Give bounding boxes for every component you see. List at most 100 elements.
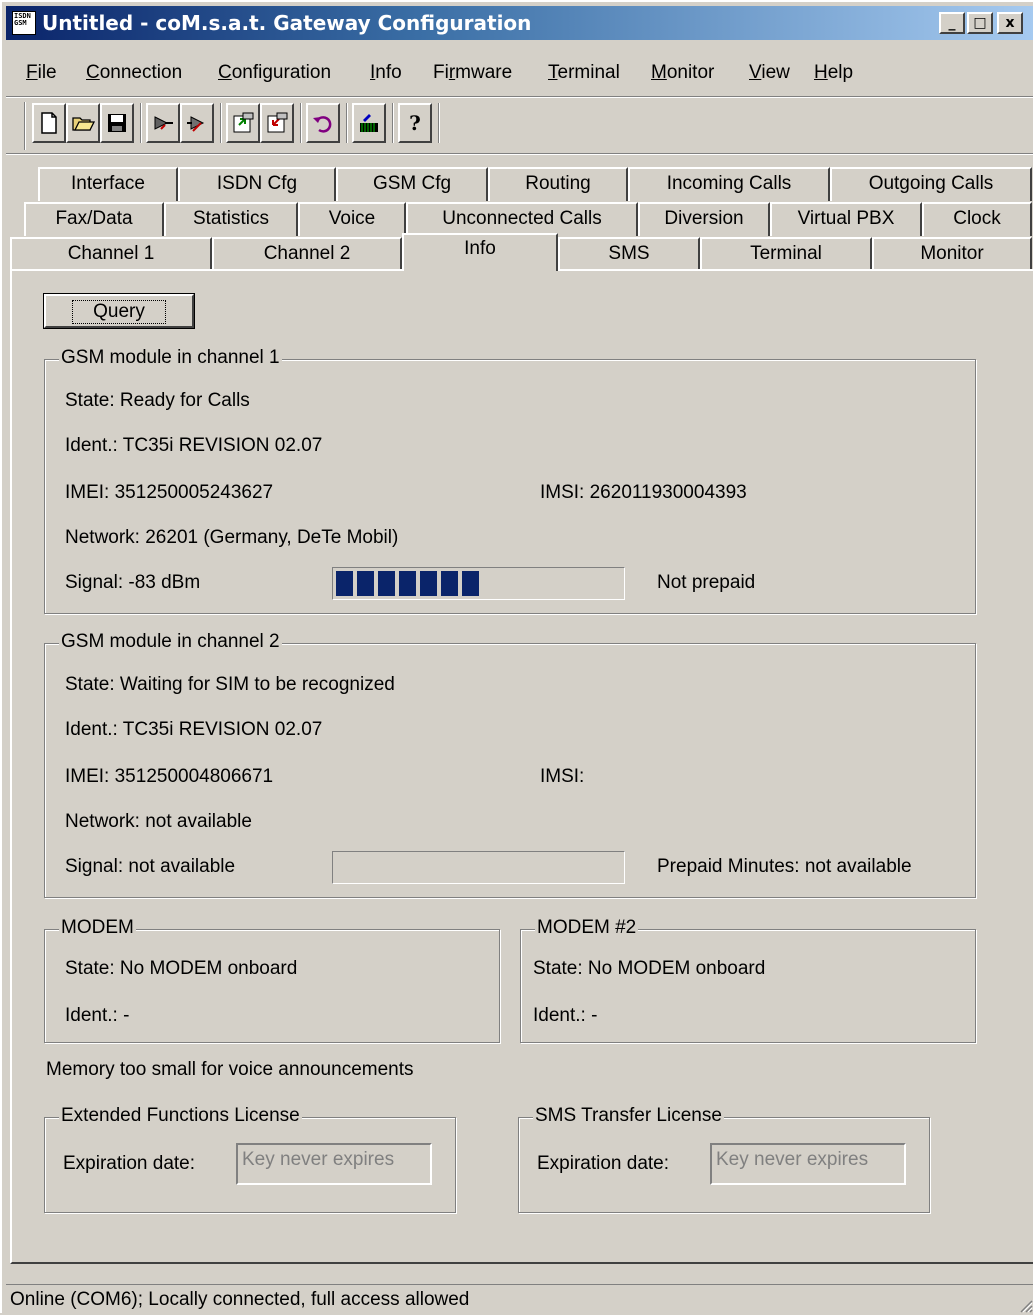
title-bar[interactable]: ISDN GSM Untitled - coM.s.a.t. Gateway Co… bbox=[6, 6, 1033, 40]
modem-state: State: No MODEM onboard bbox=[65, 958, 298, 979]
app-logo-icon: ISDN GSM bbox=[12, 11, 36, 35]
tab-outgoing-calls[interactable]: Outgoing Calls bbox=[830, 167, 1032, 201]
disconnect-icon[interactable] bbox=[180, 103, 214, 143]
modem-2-state: State: No MODEM onboard bbox=[533, 958, 766, 979]
menu-monitor[interactable]: Monitor bbox=[651, 62, 714, 84]
gsm-module-1-legend: GSM module in channel 1 bbox=[59, 347, 282, 369]
menu-view[interactable]: View bbox=[749, 62, 790, 84]
connect-icon[interactable] bbox=[146, 103, 180, 143]
tab-clock[interactable]: Clock bbox=[922, 202, 1032, 236]
sms-license-label: Expiration date: bbox=[537, 1153, 670, 1174]
tab-interface[interactable]: Interface bbox=[38, 167, 178, 201]
toolbar-separator bbox=[392, 103, 394, 143]
gsm2-signal: Signal: not available bbox=[65, 856, 236, 877]
menu-terminal[interactable]: Terminal bbox=[548, 62, 620, 84]
tab-monitor[interactable]: Monitor bbox=[872, 237, 1032, 271]
sms-license-expiration-field[interactable]: Key never expires bbox=[710, 1143, 906, 1185]
tab-channel-1[interactable]: Channel 1 bbox=[10, 237, 212, 271]
tab-unconnected-calls[interactable]: Unconnected Calls bbox=[406, 202, 638, 236]
status-bar: Online (COM6); Locally connected, full a… bbox=[6, 1284, 1033, 1315]
modem-legend: MODEM bbox=[59, 917, 136, 939]
tab-gsm-cfg[interactable]: GSM Cfg bbox=[336, 167, 488, 201]
gsm2-network: Network: not available bbox=[65, 811, 252, 832]
tab-channel-2[interactable]: Channel 2 bbox=[212, 237, 402, 271]
maximize-button[interactable]: □ bbox=[967, 12, 993, 34]
signal-segment bbox=[441, 571, 458, 596]
extended-license-expiration-field[interactable]: Key never expires bbox=[236, 1143, 432, 1185]
tab-info[interactable]: Info bbox=[402, 233, 558, 271]
download-config-icon[interactable] bbox=[260, 103, 294, 143]
gsm1-imei: IMEI: 351250005243627 bbox=[65, 482, 274, 503]
tab-statistics[interactable]: Statistics bbox=[164, 202, 298, 236]
gsm2-prepaid: Prepaid Minutes: not available bbox=[657, 856, 912, 877]
modem-2-ident: Ident.: - bbox=[533, 1005, 598, 1026]
tab-sms[interactable]: SMS bbox=[558, 237, 700, 271]
extended-license-label: Expiration date: bbox=[63, 1153, 196, 1174]
tab-diversion[interactable]: Diversion bbox=[638, 202, 770, 236]
toolbar-separator bbox=[438, 103, 440, 143]
menu-file[interactable]: File bbox=[26, 62, 57, 84]
open-folder-icon[interactable] bbox=[66, 103, 100, 143]
toolbar-separator bbox=[346, 103, 348, 143]
tab-routing[interactable]: Routing bbox=[488, 167, 628, 201]
signal-segment bbox=[336, 571, 353, 596]
gsm-module-2-group: GSM module in channel 2 State: Waiting f… bbox=[44, 631, 976, 898]
upload-config-icon[interactable] bbox=[226, 103, 260, 143]
modem-ident: Ident.: - bbox=[65, 1005, 130, 1026]
tab-voice[interactable]: Voice bbox=[298, 202, 406, 236]
svg-text:?: ? bbox=[409, 111, 421, 135]
app-window: ISDN GSM Untitled - coM.s.a.t. Gateway Co… bbox=[0, 0, 1033, 1313]
toolbar-divider bbox=[6, 153, 1033, 155]
info-tab-panel: Query GSM module in channel 1 State: Rea… bbox=[10, 269, 1033, 1264]
firmware-icon[interactable] bbox=[352, 103, 386, 143]
gsm-module-2-legend: GSM module in channel 2 bbox=[59, 631, 282, 653]
gsm-module-1-group: GSM module in channel 1 State: Ready for… bbox=[44, 347, 976, 614]
modem-2-group: MODEM #2 State: No MODEM onboard Ident.:… bbox=[520, 917, 976, 1043]
help-icon[interactable]: ? bbox=[398, 103, 432, 143]
menu-configuration[interactable]: Configuration bbox=[218, 62, 331, 84]
undo-icon[interactable] bbox=[306, 103, 340, 143]
sms-license-legend: SMS Transfer License bbox=[533, 1105, 724, 1127]
gsm1-prepaid: Not prepaid bbox=[657, 572, 756, 593]
signal-segment bbox=[357, 571, 374, 596]
memory-note: Memory too small for voice announcements bbox=[46, 1059, 414, 1080]
signal-segment bbox=[399, 571, 416, 596]
window-title: Untitled - coM.s.a.t. Gateway Configurat… bbox=[42, 11, 532, 35]
toolbar-separator bbox=[220, 103, 222, 143]
save-icon[interactable] bbox=[100, 103, 134, 143]
menu-help[interactable]: Help bbox=[814, 62, 853, 84]
gsm2-imsi: IMSI: bbox=[540, 766, 585, 787]
new-file-icon[interactable] bbox=[32, 103, 66, 143]
close-button[interactable]: x bbox=[997, 12, 1023, 34]
query-button[interactable]: Query bbox=[43, 293, 195, 329]
sms-license-group: SMS Transfer License Expiration date: Ke… bbox=[518, 1105, 930, 1213]
signal-segment bbox=[462, 571, 479, 596]
modem-2-legend: MODEM #2 bbox=[535, 917, 639, 939]
gsm1-signal-bar bbox=[332, 567, 625, 600]
signal-segment bbox=[420, 571, 437, 596]
menu-info[interactable]: Info bbox=[370, 62, 402, 84]
gsm2-imei: IMEI: 351250004806671 bbox=[65, 766, 274, 787]
tab-incoming-calls[interactable]: Incoming Calls bbox=[628, 167, 830, 201]
status-text: Online (COM6); Locally connected, full a… bbox=[10, 1289, 470, 1310]
tab-isdn-cfg[interactable]: ISDN Cfg bbox=[178, 167, 336, 201]
gsm1-signal: Signal: -83 dBm bbox=[65, 572, 201, 593]
signal-segment bbox=[378, 571, 395, 596]
toolbar-separator bbox=[140, 103, 142, 143]
tab-virtual-pbx[interactable]: Virtual PBX bbox=[770, 202, 922, 236]
resize-grip-icon[interactable] bbox=[1017, 1297, 1033, 1313]
extended-license-group: Extended Functions License Expiration da… bbox=[44, 1105, 456, 1213]
extended-license-legend: Extended Functions License bbox=[59, 1105, 302, 1127]
menu-connection[interactable]: Connection bbox=[86, 62, 182, 84]
gsm2-ident: Ident.: TC35i REVISION 02.07 bbox=[65, 719, 323, 740]
minimize-button[interactable]: _ bbox=[939, 12, 965, 34]
modem-group: MODEM State: No MODEM onboard Ident.: - bbox=[44, 917, 500, 1043]
tab-terminal[interactable]: Terminal bbox=[700, 237, 872, 271]
gsm1-network: Network: 26201 (Germany, DeTe Mobil) bbox=[65, 527, 399, 548]
menu-firmware[interactable]: Firmware bbox=[433, 62, 512, 84]
gsm2-state: State: Waiting for SIM to be recognized bbox=[65, 674, 395, 695]
gsm1-state: State: Ready for Calls bbox=[65, 390, 250, 411]
toolbar-separator bbox=[300, 103, 302, 143]
tab-fax-data[interactable]: Fax/Data bbox=[24, 202, 164, 236]
toolbar-grip bbox=[24, 102, 26, 150]
